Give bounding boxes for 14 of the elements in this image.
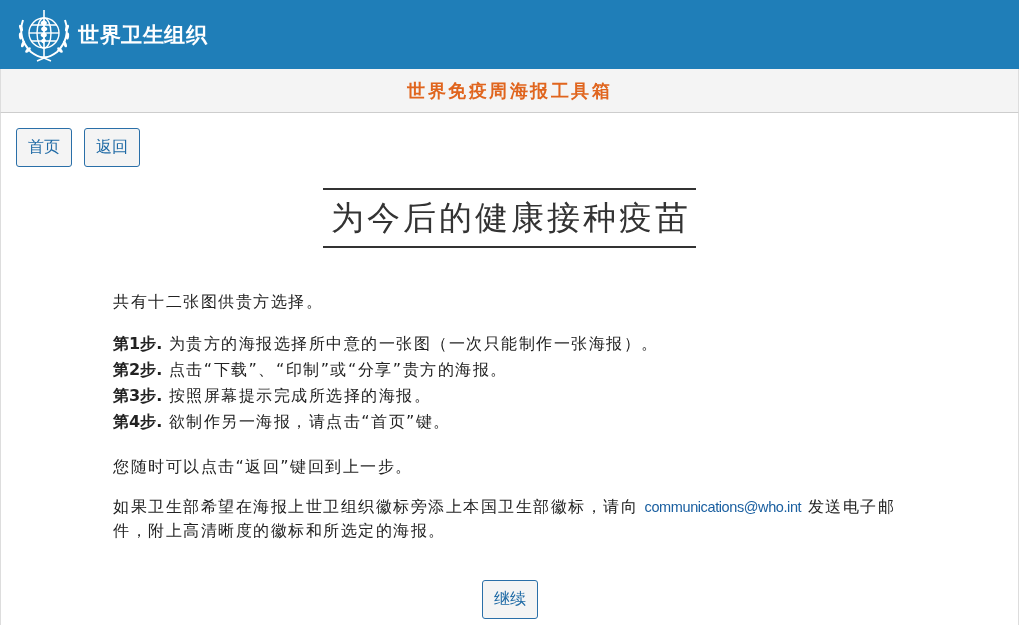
note-text: 您随时可以点击“返回”键回到上一步。 xyxy=(113,456,414,478)
step-text: 第3步. 按照屏幕提示完成所选择的海报。 xyxy=(113,385,433,407)
step-text: 第1步. 为贵方的海报选择所中意的一张图（一次只能制作一张海报）。 xyxy=(113,333,660,355)
toolkit-title: 世界免疫周海报工具箱 xyxy=(407,78,612,103)
back-button[interactable]: 返回 xyxy=(84,128,140,167)
poster-title: 为今后的健康接种疫苗 xyxy=(323,188,696,248)
home-button[interactable]: 首页 xyxy=(16,128,72,167)
intro-text: 共有十二张图供贵方选择。 xyxy=(113,291,324,313)
contact-text: 如果卫生部希望在海报上世卫组织徽标旁添上本国卫生部徽标，请向 communications@who.int 发送电子邮件，附上高清晰度的徽标和所选定的海报。 xyxy=(113,496,897,542)
step-text: 第4步. 欲制作另一海报，请点击“首页”键。 xyxy=(113,411,452,433)
email-link[interactable]: communications@who.int xyxy=(644,499,802,515)
organization-title: 世界卫生组织 xyxy=(78,21,207,49)
step-text: 第2步. 点击“下载”、“印制”或“分享”贵方的海报。 xyxy=(113,359,509,381)
continue-button[interactable]: 继续 xyxy=(481,580,538,619)
